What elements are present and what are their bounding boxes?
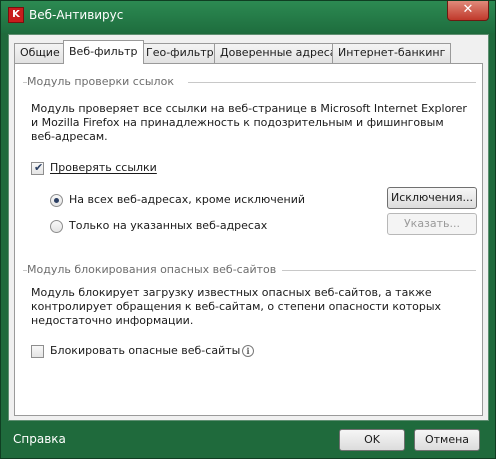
- group-divider: [188, 82, 476, 83]
- block-module-header: Модуль блокирования опасных веб-сайтов: [27, 263, 277, 276]
- group-divider: [282, 270, 476, 271]
- cancel-button[interactable]: Отмена: [414, 429, 480, 451]
- radio-selected-dot: [54, 198, 59, 203]
- exceptions-button[interactable]: Исключения...: [387, 187, 477, 209]
- settings-dialog-body: Общие Веб-фильтр Гео-фильтр Доверенные а…: [8, 34, 489, 421]
- check-links-checkbox[interactable]: ✔: [31, 161, 44, 175]
- tab-general[interactable]: Общие: [14, 43, 66, 63]
- web-filter-panel: Модуль проверки ссылок Модуль проверяет …: [14, 63, 483, 416]
- tab-online-banking[interactable]: Интернет-банкинг: [332, 43, 452, 63]
- link-module-header: Модуль проверки ссылок: [27, 75, 174, 88]
- radio-all-addresses[interactable]: [50, 194, 63, 207]
- radio-specified-addresses-label[interactable]: Только на указанных веб-адресах: [69, 219, 267, 232]
- close-button[interactable]: ✕: [447, 1, 489, 21]
- link-module-description: Модуль проверяет все ссылки на веб-стран…: [31, 102, 467, 143]
- checkmark-icon: ✔: [34, 161, 44, 174]
- specify-button[interactable]: Указать...: [387, 213, 477, 235]
- app-window: K Веб-Антивирус ✕ Общие Веб-фильтр Гео-ф…: [0, 0, 496, 459]
- block-sites-checkbox[interactable]: [31, 345, 44, 358]
- tab-web-filter[interactable]: Веб-фильтр: [63, 40, 144, 64]
- block-sites-label[interactable]: Блокировать опасные веб-сайты: [50, 344, 240, 357]
- block-module-description: Модуль блокирует загрузку известных опас…: [31, 286, 442, 327]
- tab-trusted-addresses[interactable]: Доверенные адреса: [214, 43, 343, 63]
- title-bar[interactable]: K Веб-Антивирус ✕: [1, 1, 495, 33]
- ok-button[interactable]: OK: [339, 429, 405, 451]
- tab-geo-filter[interactable]: Гео-фильтр: [140, 43, 220, 63]
- help-link[interactable]: Справка: [13, 432, 66, 446]
- check-links-label[interactable]: Проверять ссылки: [50, 161, 157, 174]
- kaspersky-k-icon: K: [8, 7, 24, 23]
- radio-all-addresses-label[interactable]: На всех веб-адресах, кроме исключений: [69, 193, 305, 206]
- info-icon[interactable]: i: [242, 345, 254, 357]
- window-title: Веб-Антивирус: [29, 8, 124, 22]
- radio-specified-addresses[interactable]: [50, 220, 63, 233]
